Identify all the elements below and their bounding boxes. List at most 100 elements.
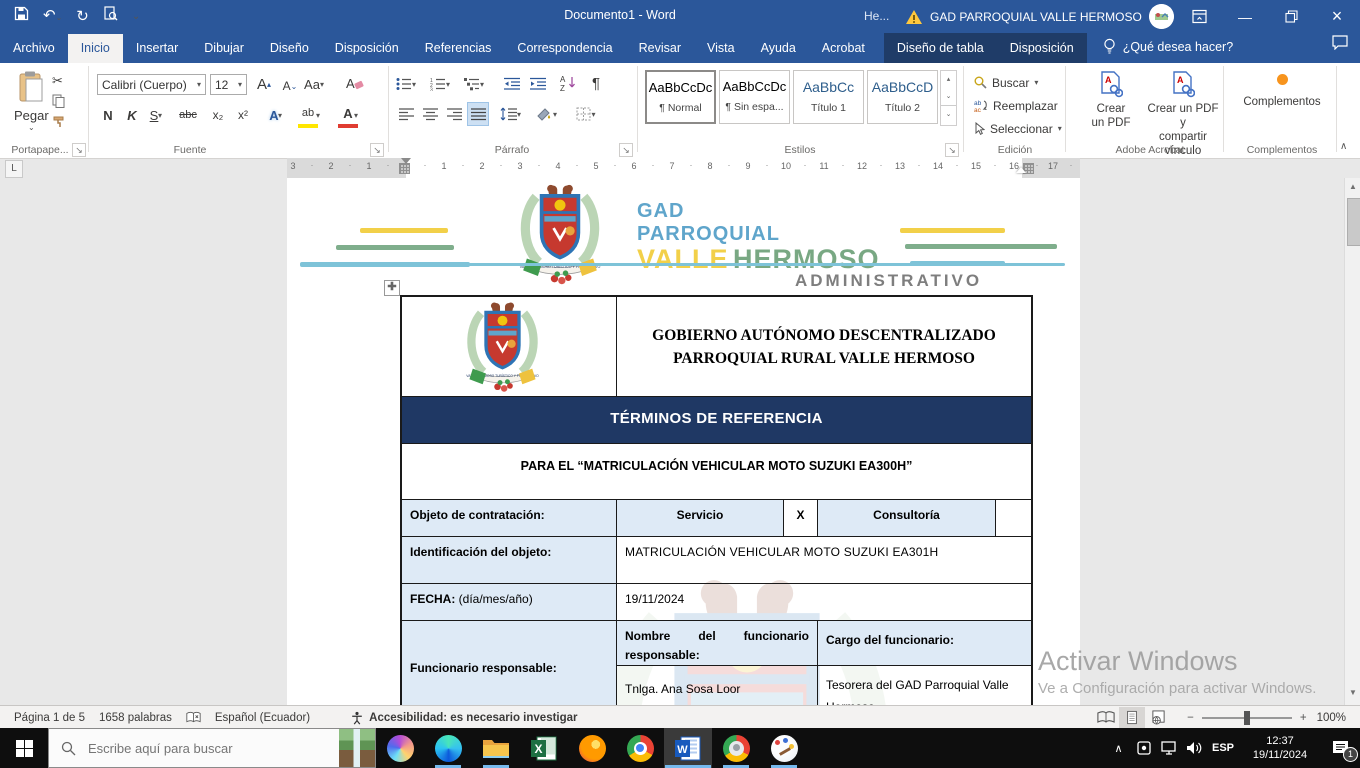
clear-formatting-button[interactable]: A <box>345 73 365 95</box>
volume-icon[interactable] <box>1181 728 1206 768</box>
styles-scroll-down-icon[interactable]: ⌄ <box>941 88 956 105</box>
paste-button[interactable]: Pegar ⌄ <box>14 71 49 132</box>
page[interactable]: GAD PARROQUIAL VALLE HERMOSO ADMINISTRAT… <box>287 178 1080 705</box>
align-center-button[interactable] <box>420 103 440 125</box>
multilevel-dropdown-icon[interactable]: ▾ <box>480 80 484 89</box>
tab-diseño[interactable]: Diseño <box>257 34 322 63</box>
taskbar-explorer-icon[interactable] <box>472 728 520 768</box>
taskbar-copilot-icon[interactable] <box>376 728 424 768</box>
print-layout-button[interactable] <box>1119 707 1145 728</box>
numbering-button[interactable]: 123 ▾ <box>430 73 450 95</box>
sort-button[interactable]: AZ <box>558 71 578 93</box>
strikethrough-button[interactable]: abc <box>178 104 198 126</box>
cell-nombre-header[interactable]: Nombre del funcionario responsable: <box>616 620 818 666</box>
multilevel-list-button[interactable]: ▾ <box>464 73 484 95</box>
styles-scrollbar[interactable]: ▴ ⌄ ⌄ <box>940 70 957 126</box>
cell-consultoria[interactable]: Consultoría <box>817 499 996 537</box>
shading-dropdown-icon[interactable]: ▾ <box>553 110 557 119</box>
underline-dropdown-icon[interactable]: ▾ <box>158 111 162 120</box>
cell-funcionario-label[interactable]: Funcionario responsable: <box>400 620 617 705</box>
zoom-out-button[interactable]: − <box>1187 712 1194 724</box>
accessibility-status[interactable]: Accesibilidad: es necesario investigar <box>350 711 577 725</box>
taskbar-paint-icon[interactable] <box>760 728 808 768</box>
cell-cargo-value[interactable]: Tesorera del GAD Parroquial Valle Hermos… <box>817 665 1033 705</box>
tab-correspondencia[interactable]: Correspondencia <box>504 34 625 63</box>
minimize-button[interactable]: — <box>1222 0 1268 33</box>
taskbar-chrome-icon[interactable] <box>616 728 664 768</box>
cell-nombre-value[interactable]: Tnlga. Ana Sosa Loor <box>616 665 818 705</box>
vertical-scrollbar[interactable]: ▲ ▼ <box>1344 178 1360 705</box>
taskbar-edge-icon[interactable] <box>424 728 472 768</box>
select-button[interactable]: Seleccionar ▾ <box>974 118 1062 139</box>
zoom-slider[interactable] <box>1202 717 1292 719</box>
tab-archivo[interactable]: Archivo <box>0 34 68 63</box>
taskbar-firefox-icon[interactable] <box>568 728 616 768</box>
left-margin-marker[interactable] <box>399 163 410 174</box>
find-button[interactable]: Buscar ▾ <box>974 72 1038 93</box>
font-name-combo[interactable]: Calibri (Cuerpo)▾ <box>97 74 206 95</box>
paste-dropdown-icon[interactable]: ⌄ <box>14 123 49 132</box>
style-heading2[interactable]: AaBbCcD Título 2 <box>867 70 938 124</box>
zoom-slider-thumb[interactable] <box>1244 711 1250 725</box>
taskbar-word-icon[interactable]: W <box>664 728 712 768</box>
replace-button[interactable]: abac Reemplazar <box>974 95 1058 116</box>
cell-servicio[interactable]: Servicio <box>616 499 784 537</box>
change-case-button[interactable]: Aa▾ <box>304 73 324 95</box>
tray-app-icon[interactable] <box>1131 728 1156 768</box>
highlight-dropdown-icon[interactable]: ▾ <box>316 111 320 120</box>
taskbar-excel-icon[interactable]: X <box>520 728 568 768</box>
contextual-tab-diseño-de-tabla[interactable]: Diseño de tabla <box>884 34 997 63</box>
tab-disposición[interactable]: Disposición <box>322 34 412 63</box>
table-subject-cell[interactable]: PARA EL “MATRICULACIÓN VEHICULAR MOTO SU… <box>400 443 1033 500</box>
numbering-dropdown-icon[interactable]: ▾ <box>446 80 450 89</box>
bullets-dropdown-icon[interactable]: ▾ <box>412 80 416 89</box>
font-color-dropdown-icon[interactable]: ▾ <box>354 111 358 120</box>
cell-ident-value[interactable]: MATRICULACIÓN VEHICULAR MOTO SUZUKI EA30… <box>616 536 1033 584</box>
copy-button[interactable] <box>52 94 65 113</box>
tab-acrobat[interactable]: Acrobat <box>809 34 878 63</box>
subscript-button[interactable]: x₂ <box>208 104 228 126</box>
start-button[interactable] <box>0 728 48 768</box>
share-comment-icon[interactable] <box>1332 35 1348 63</box>
account-area[interactable]: GAD PARROQUIAL VALLE HERMOSO <box>905 4 1174 29</box>
select-dropdown-icon[interactable]: ▾ <box>1058 124 1062 133</box>
zoom-level[interactable]: 100% <box>1317 712 1346 724</box>
language-indicator[interactable]: Español (Ecuador) <box>215 712 310 724</box>
font-size-dropdown-icon[interactable]: ▾ <box>238 80 242 89</box>
bold-button[interactable]: N <box>98 104 118 126</box>
font-dialog-launcher[interactable]: ↘ <box>370 143 384 157</box>
tray-chevron-icon[interactable]: ∧ <box>1106 728 1131 768</box>
horizontal-ruler[interactable]: 321···12345678910111213141516···········… <box>287 158 1080 178</box>
style-no-spacing[interactable]: AaBbCcDc ¶ Sin espa... <box>719 70 790 124</box>
first-line-indent-marker[interactable] <box>401 158 411 164</box>
table-move-handle[interactable]: ✚ <box>384 280 400 296</box>
style-normal[interactable]: AaBbCcDc ¶ Normal <box>645 70 716 124</box>
find-dropdown-icon[interactable]: ▾ <box>1034 78 1038 87</box>
create-pdf-button[interactable]: A Crear un PDF <box>1078 71 1144 130</box>
cell-fecha-value[interactable]: 19/11/2024 <box>616 583 1033 621</box>
document-canvas[interactable]: GAD PARROQUIAL VALLE HERMOSO ADMINISTRAT… <box>0 178 1360 705</box>
style-heading1[interactable]: AaBbCc Título 1 <box>793 70 864 124</box>
shrink-font-button[interactable]: A⌄ <box>280 75 300 97</box>
cut-button[interactable]: ✂ <box>52 73 63 89</box>
search-input[interactable] <box>86 740 310 757</box>
tab-dibujar[interactable]: Dibujar <box>191 34 257 63</box>
styles-gallery-expand-icon[interactable]: ⌄ <box>941 105 956 123</box>
document-table[interactable]: GOBIERNO AUTÓNOMO DESCENTRALIZADO PARROQ… <box>400 295 1033 705</box>
superscript-button[interactable]: x² <box>233 104 253 126</box>
decrease-indent-button[interactable] <box>502 73 522 95</box>
cell-cargo-header[interactable]: Cargo del funcionario: <box>817 620 1033 666</box>
scroll-down-icon[interactable]: ▼ <box>1347 688 1359 697</box>
tab-revisar[interactable]: Revisar <box>626 34 694 63</box>
clipboard-dialog-launcher[interactable]: ↘ <box>72 143 86 157</box>
table-org-cell[interactable]: GOBIERNO AUTÓNOMO DESCENTRALIZADO PARROQ… <box>616 295 1033 397</box>
page-indicator[interactable]: Página 1 de 5 <box>14 712 85 724</box>
borders-dropdown-icon[interactable]: ▾ <box>591 110 595 119</box>
restore-button[interactable] <box>1268 0 1314 33</box>
cell-consultoria-check[interactable] <box>995 499 1033 537</box>
paragraph-dialog-launcher[interactable]: ↘ <box>619 143 633 157</box>
table-banner-cell[interactable]: TÉRMINOS DE REFERENCIA <box>400 396 1033 444</box>
customize-qat-icon[interactable]: ⌄ <box>132 4 140 29</box>
close-button[interactable]: × <box>1314 0 1360 33</box>
undo-button[interactable]: ↶⌄ <box>43 3 62 30</box>
